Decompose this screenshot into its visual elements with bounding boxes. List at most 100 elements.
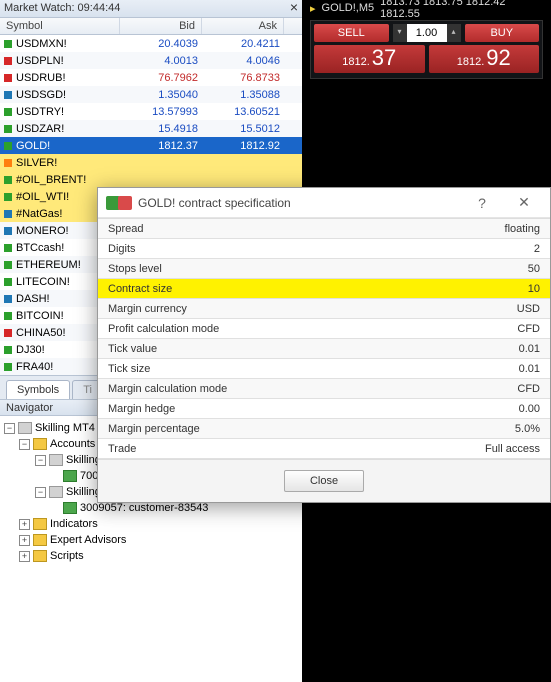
spec-key: Margin currency: [108, 303, 187, 315]
spec-value: CFD: [517, 323, 540, 335]
chart-header: ▸ GOLD!,M5 1813.73 1813.75 1812.42 1812.…: [302, 0, 551, 16]
symbol-name: USDRUB!: [16, 72, 116, 84]
direction-icon: [4, 176, 12, 184]
symbol-row[interactable]: SILVER!: [0, 154, 302, 171]
spec-value: 2: [534, 243, 540, 255]
tab-symbols[interactable]: Symbols: [6, 380, 70, 399]
expand-icon[interactable]: −: [4, 423, 15, 434]
server-icon: [49, 486, 63, 498]
spec-key: Profit calculation mode: [108, 323, 219, 335]
spec-row[interactable]: Margin calculation modeCFD: [98, 379, 550, 399]
expand-icon[interactable]: −: [19, 439, 30, 450]
bid-value: 15.4918: [116, 123, 198, 135]
dialog-icon: [118, 196, 132, 210]
sell-button[interactable]: SELL: [314, 24, 389, 42]
symbol-row[interactable]: USDTRY!13.5799313.60521: [0, 103, 302, 120]
direction-icon: [4, 91, 12, 99]
qty-up[interactable]: ▴: [447, 24, 461, 42]
ask-value: 1812.92: [198, 140, 280, 152]
spec-value: Full access: [485, 443, 540, 455]
bid-value: 1812.37: [116, 140, 198, 152]
direction-icon: [4, 159, 12, 167]
help-button[interactable]: ?: [464, 195, 500, 211]
symbol-name: USDSGD!: [16, 89, 116, 101]
spec-row[interactable]: Tick size 0.01: [98, 359, 550, 379]
symbol-row[interactable]: GOLD!1812.371812.92: [0, 137, 302, 154]
direction-icon: [4, 57, 12, 65]
spec-value: 0.01: [519, 363, 540, 375]
expand-icon[interactable]: +: [19, 519, 30, 530]
dialog-footer: Close: [98, 459, 550, 502]
spec-row[interactable]: Spread floating: [98, 219, 550, 239]
dialog-title: GOLD! contract specification: [138, 196, 458, 210]
spec-value: CFD: [517, 383, 540, 395]
spec-key: Trade: [108, 443, 136, 455]
close-button[interactable]: Close: [284, 470, 364, 492]
ask-price[interactable]: 1812.92: [429, 45, 540, 73]
close-icon[interactable]: ✕: [506, 194, 542, 211]
spec-key: Tick value: [108, 343, 157, 355]
marketwatch-columns: Symbol Bid Ask: [0, 18, 302, 35]
ask-value: 1.35088: [198, 89, 280, 101]
folder-icon: [33, 534, 47, 546]
direction-icon: [4, 329, 12, 337]
symbol-row[interactable]: USDPLN!4.00134.0046: [0, 52, 302, 69]
spec-key: Digits: [108, 243, 136, 255]
ask-value: 4.0046: [198, 55, 280, 67]
bid-price[interactable]: 1812.37: [314, 45, 425, 73]
spec-value: floating: [505, 223, 540, 235]
direction-icon: [4, 40, 12, 48]
spec-row[interactable]: Margin hedge 0.00: [98, 399, 550, 419]
contract-spec-dialog: GOLD! contract specification ? ✕ Spread f…: [97, 187, 551, 503]
server-icon: [49, 454, 63, 466]
expand-icon[interactable]: +: [19, 535, 30, 546]
spec-key: Stops level: [108, 263, 162, 275]
spec-row[interactable]: Trade Full access: [98, 439, 550, 459]
direction-icon: [4, 261, 12, 269]
spec-row[interactable]: Stops level50: [98, 259, 550, 279]
symbol-row[interactable]: USDZAR!15.491815.5012: [0, 120, 302, 137]
chart-symbol: GOLD!,M5: [322, 2, 375, 14]
symbol-row[interactable]: USDSGD!1.350401.35088: [0, 86, 302, 103]
direction-icon: [4, 346, 12, 354]
direction-icon: [4, 108, 12, 116]
col-ask[interactable]: Ask: [202, 18, 284, 34]
spec-row[interactable]: Tick value0.01: [98, 339, 550, 359]
navigator-title: Navigator: [6, 402, 53, 414]
expand-icon[interactable]: +: [19, 551, 30, 562]
symbol-row[interactable]: USDMXN!20.403920.4211: [0, 35, 302, 52]
direction-icon: [4, 295, 12, 303]
dialog-titlebar[interactable]: GOLD! contract specification ? ✕: [98, 188, 550, 218]
spec-key: Spread: [108, 223, 143, 235]
spec-key: Margin percentage: [108, 423, 200, 435]
expand-icon[interactable]: −: [35, 487, 46, 498]
symbol-row[interactable]: USDRUB!76.796276.8733: [0, 69, 302, 86]
symbol-name: USDMXN!: [16, 38, 116, 50]
app-icon: [18, 422, 32, 434]
spec-key: Tick size: [108, 363, 150, 375]
spec-row[interactable]: Contract size10: [98, 279, 550, 299]
expand-icon[interactable]: −: [35, 455, 46, 466]
spec-row[interactable]: Digits 2: [98, 239, 550, 259]
symbol-name: SILVER!: [16, 157, 116, 169]
col-bid[interactable]: Bid: [120, 18, 202, 34]
spec-value: 5.0%: [515, 423, 540, 435]
one-click-trade: SELL ▾ 1.00 ▴ BUY 1812.37 1812.92: [310, 20, 543, 79]
direction-icon: [4, 142, 12, 150]
col-symbol[interactable]: Symbol: [0, 18, 120, 34]
symbol-name: USDTRY!: [16, 106, 116, 118]
direction-icon: [4, 193, 12, 201]
spec-row[interactable]: Margin currencyUSD: [98, 299, 550, 319]
spec-row[interactable]: Profit calculation mode CFD: [98, 319, 550, 339]
spec-key: Margin hedge: [108, 403, 175, 415]
close-icon[interactable]: ×: [290, 2, 298, 15]
bid-value: 13.57993: [116, 106, 198, 118]
spec-row[interactable]: Margin percentage 5.0%: [98, 419, 550, 439]
symbol-row[interactable]: #OIL_BRENT!: [0, 171, 302, 188]
qty-down[interactable]: ▾: [393, 24, 407, 42]
qty-input[interactable]: 1.00: [407, 27, 447, 39]
chart-icon: ▸: [310, 2, 316, 15]
account-icon: [63, 470, 77, 482]
buy-button[interactable]: BUY: [465, 24, 540, 42]
spec-value: 0.00: [519, 403, 540, 415]
